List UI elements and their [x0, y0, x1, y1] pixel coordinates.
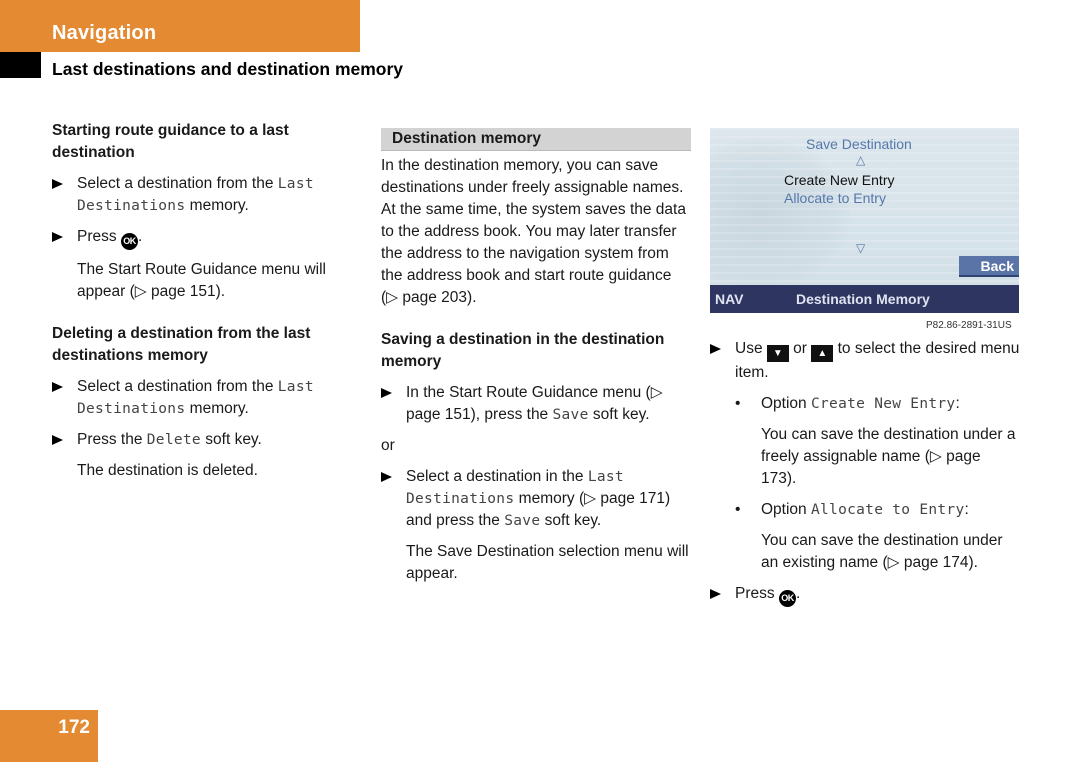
option-text: : — [955, 395, 960, 412]
scroll-up-arrow-icon: △ — [856, 153, 866, 167]
step-select-and-save: Select a destination in the Last Destina… — [381, 466, 691, 532]
display-text-save: Save — [552, 407, 589, 423]
step-text: . — [795, 585, 801, 602]
screen-back-softkey: Back — [959, 256, 1019, 277]
step-press-save: In the Start Route Guidance menu (▷ page… — [381, 382, 691, 426]
step-press-ok: Press OK. — [710, 583, 1020, 607]
display-text-allocate-to-entry: Allocate to Entry — [810, 502, 965, 518]
step-result-note: The destination is deleted. — [77, 462, 258, 479]
figure-code: P82.86-2891-31US — [926, 320, 1012, 331]
screen-mode-title: Destination Memory — [796, 291, 930, 307]
step-result-note: The Start Route Guidance menu will appea… — [77, 261, 326, 300]
step-text: Use — [735, 340, 767, 357]
step-select-destination: Select a destination from the Last Desti… — [52, 173, 352, 217]
down-key-icon: ▼ — [766, 345, 789, 362]
or-separator: or — [381, 437, 395, 454]
step-text: Press — [735, 585, 779, 602]
step-text: Press the — [77, 431, 147, 448]
page-number: 172 — [58, 717, 90, 738]
scroll-down-arrow-icon: ▽ — [856, 241, 866, 255]
option-allocate-to-entry: Option Allocate to Entry: — [710, 499, 1020, 521]
step-select-destination-delete: Select a destination from the Last Desti… — [52, 376, 352, 420]
display-text-create-new-entry: Create New Entry — [810, 396, 956, 412]
step-text: Press — [77, 228, 121, 245]
column-2: Destination memory In the destination me… — [381, 120, 691, 585]
screen-status-bar: NAV Destination Memory — [710, 285, 1019, 313]
page-number-box: 172 — [0, 710, 98, 762]
display-text-delete: Delete — [146, 432, 201, 448]
ok-button-icon: OK — [120, 233, 138, 250]
step-result-note: The Save Destination selection menu will… — [406, 543, 689, 582]
step-text: Select a destination from the — [77, 378, 278, 395]
option-create-new-entry: Option Create New Entry: — [710, 393, 1020, 415]
step-press-delete: Press the Delete soft key. — [52, 429, 352, 451]
paragraph-address-book: At the same time, the system saves the d… — [381, 201, 686, 306]
step-text: soft key. — [588, 406, 650, 423]
step-text: . — [137, 228, 143, 245]
step-text: soft key. — [200, 431, 262, 448]
step-text: Select a destination from the — [77, 175, 278, 192]
heading-deleting-destination: Deleting a destination from the last des… — [52, 325, 311, 364]
step-text: memory. — [185, 400, 249, 417]
column-3: Use ▼ or ▲ to select the desired menu it… — [710, 338, 1020, 607]
menu-item-allocate-to-entry: Allocate to Entry — [784, 190, 886, 206]
up-key-icon: ▲ — [811, 345, 834, 362]
section-bar-destination-memory: Destination memory — [381, 128, 691, 151]
step-text: Select a destination in the — [406, 468, 588, 485]
step-use-arrow-keys: Use ▼ or ▲ to select the desired menu it… — [710, 338, 1020, 384]
option-text: Option — [761, 501, 811, 518]
section-title: Navigation — [52, 22, 157, 44]
paragraph-intro: In the destination memory, you can save … — [381, 157, 684, 196]
option-text: Option — [761, 395, 811, 412]
heading-start-route-guidance: Starting route guidance to a last destin… — [52, 122, 289, 161]
step-text: memory. — [185, 197, 249, 214]
step-press-ok: Press OK. — [52, 226, 352, 250]
screen-mode-nav: NAV — [715, 291, 744, 307]
menu-item-create-new-entry: Create New Entry — [784, 172, 895, 188]
subtitle-marker — [0, 52, 41, 78]
option-description: You can save the destination under a fre… — [761, 426, 1016, 487]
column-1: Starting route guidance to a last destin… — [52, 120, 352, 482]
display-text-save: Save — [504, 513, 541, 529]
step-text: or — [788, 340, 812, 357]
screen-menu-title: Save Destination — [806, 136, 912, 152]
ok-button-icon: OK — [778, 590, 796, 607]
nav-screen-illustration: Save Destination △ Create New Entry Allo… — [710, 128, 1019, 313]
option-text: : — [964, 501, 969, 518]
page-subtitle: Last destinations and destination memory — [52, 59, 404, 79]
option-description: You can save the destination under an ex… — [761, 532, 1003, 571]
heading-saving-destination: Saving a destination in the destination … — [381, 331, 665, 370]
step-text: soft key. — [540, 512, 602, 529]
